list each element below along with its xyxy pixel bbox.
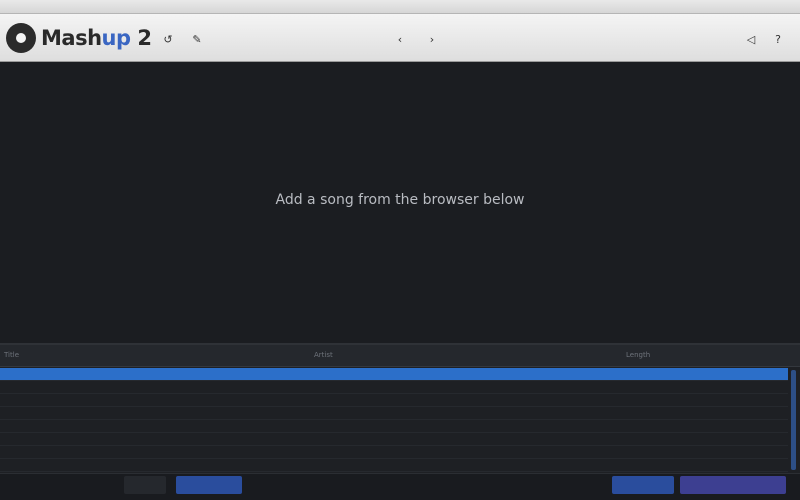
app-logo: Mashup 2 <box>6 22 152 54</box>
column-artist[interactable]: Artist <box>314 351 333 359</box>
browser-scrollbar[interactable] <box>791 370 796 470</box>
browser-row-7[interactable] <box>0 446 788 459</box>
logo-main: Mash <box>41 26 102 50</box>
browser-row-2[interactable] <box>0 381 788 394</box>
browser-row-3[interactable] <box>0 394 788 407</box>
browser-row-8[interactable] <box>0 459 788 472</box>
vinyl-disc-icon <box>6 23 36 53</box>
browser-rows <box>0 368 788 472</box>
help-icon[interactable]: ? <box>769 32 787 48</box>
browse-button[interactable] <box>124 476 166 494</box>
browser-row-6[interactable] <box>0 433 788 446</box>
primary-action-button[interactable] <box>612 476 674 494</box>
mashup-stage[interactable]: Add a song from the browser below <box>0 62 800 342</box>
column-length[interactable]: Length <box>626 351 650 359</box>
browser-row-4[interactable] <box>0 407 788 420</box>
undo-icon[interactable]: ↺ <box>159 32 177 48</box>
empty-stage-message: Add a song from the browser below <box>275 192 525 208</box>
browser-column-headers: Title Artist Length <box>0 345 800 367</box>
logo-text: Mashup 2 <box>41 26 152 50</box>
volume-icon[interactable]: ◁ <box>742 32 760 48</box>
logo-accent: up <box>101 26 131 50</box>
app-window: Mashup 2 ↺ ✎ ‹ › ◁ ? Add a song from the… <box>0 0 800 500</box>
back-icon[interactable]: ‹ <box>391 32 409 48</box>
add-song-button[interactable] <box>176 476 242 494</box>
app-toolbar: Mashup 2 ↺ ✎ ‹ › ◁ ? <box>0 14 800 62</box>
song-browser: Title Artist Length <box>0 343 800 473</box>
column-title[interactable]: Title <box>4 351 19 359</box>
secondary-action-button[interactable] <box>680 476 786 494</box>
browser-row-5[interactable] <box>0 420 788 433</box>
forward-icon[interactable]: › <box>423 32 441 48</box>
bottom-bar <box>0 473 800 500</box>
os-title-bar <box>0 0 800 14</box>
browser-row-1[interactable] <box>0 368 788 381</box>
logo-version: 2 <box>130 26 152 50</box>
bottom-left-button[interactable] <box>10 476 50 494</box>
pen-icon[interactable]: ✎ <box>188 32 206 48</box>
